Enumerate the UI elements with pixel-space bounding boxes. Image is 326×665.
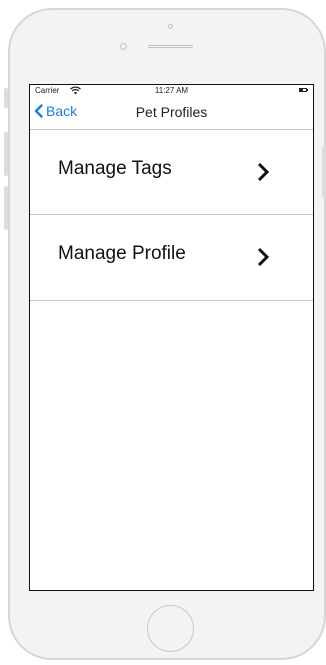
- proximity-sensor: [168, 24, 173, 29]
- volume-up-button: [4, 132, 8, 176]
- back-label: Back: [46, 103, 78, 119]
- chevron-right-icon: [257, 247, 270, 267]
- volume-down-button: [4, 186, 8, 230]
- status-bar: Carrier 11:27 AM: [30, 85, 313, 96]
- status-time: 11:27 AM: [154, 86, 189, 95]
- menu-item-manage-profile[interactable]: Manage Profile: [30, 215, 313, 301]
- navigation-bar: Back Pet Profiles: [30, 96, 313, 128]
- mute-switch: [4, 88, 8, 108]
- earpiece-speaker: [148, 45, 193, 48]
- chevron-right-icon: [257, 162, 270, 182]
- battery-icon: [299, 88, 308, 92]
- front-camera: [120, 43, 127, 50]
- back-button[interactable]: Back: [33, 102, 77, 120]
- chevron-left-icon: [34, 104, 43, 118]
- menu-item-label: Manage Profile: [58, 243, 186, 264]
- screen: Carrier 11:27 AM Back Pet Profiles Manag…: [29, 84, 314, 591]
- power-button: [322, 146, 326, 198]
- menu-list: Manage Tags Manage Profile: [30, 129, 313, 301]
- home-button[interactable]: [147, 605, 194, 652]
- menu-item-label: Manage Tags: [58, 158, 172, 179]
- menu-item-manage-tags[interactable]: Manage Tags: [30, 129, 313, 215]
